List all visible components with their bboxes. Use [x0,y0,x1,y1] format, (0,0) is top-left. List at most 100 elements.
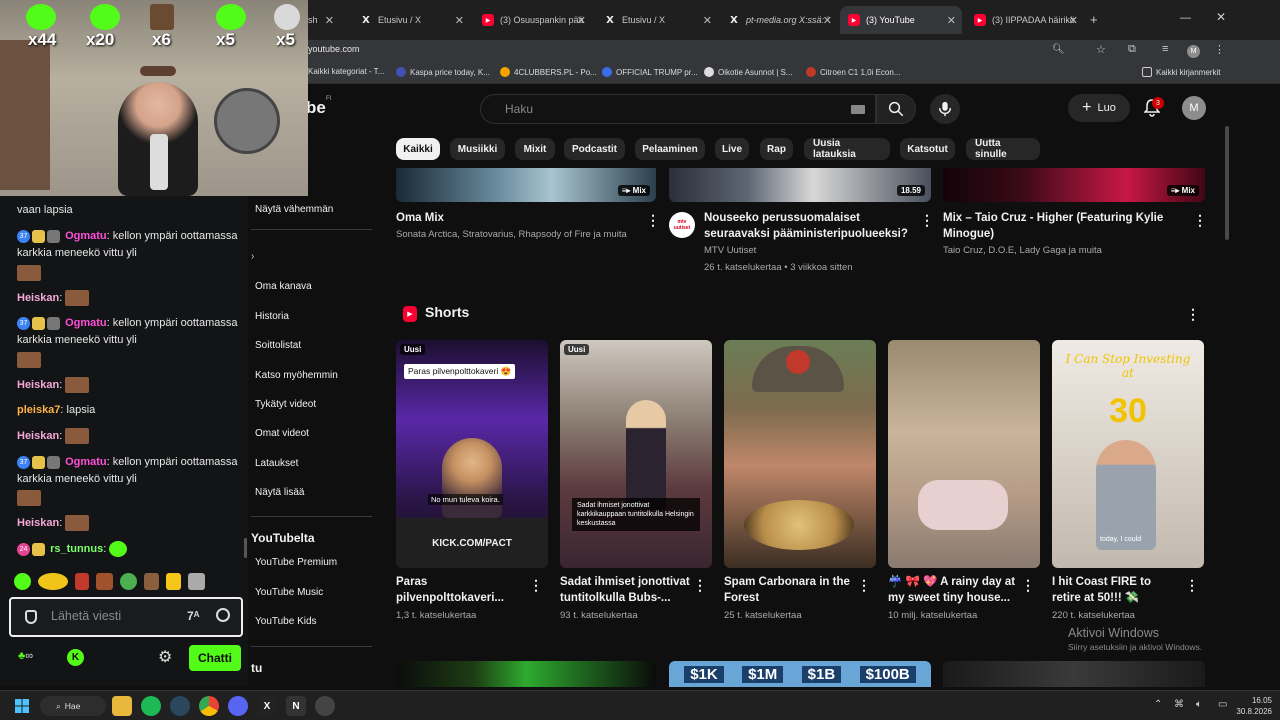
chat-username[interactable]: Heiskan [17,379,59,391]
close-window-icon[interactable]: ✕ [1216,10,1226,24]
chat-username[interactable]: rs_tunnus [50,543,103,555]
youtube-logo-partial[interactable]: be [306,98,326,118]
chat-send-button[interactable]: Chatti [189,645,241,671]
emote-button[interactable] [75,573,89,590]
tab-5[interactable]: ▶ (3) IIPPADAA häirikö ✕ [966,6,1084,34]
close-icon[interactable]: ✕ [577,14,586,27]
chip-uutta-sinulle[interactable]: Uutta sinulle [966,138,1040,160]
profile-icon[interactable]: M [1187,45,1200,58]
short-thumbnail[interactable]: Uusi Sadat ihmiset jonottivat karkkikaup… [560,340,712,568]
sidebar-item-premium[interactable]: YouTube Premium [255,557,337,568]
chip-live[interactable]: Live [715,138,749,160]
chrome-icon[interactable] [199,696,219,716]
more-vert-icon[interactable]: ⋮ [1021,577,1035,594]
create-button[interactable]: + Luo [1068,94,1130,122]
chip-rap[interactable]: Rap [760,138,793,160]
windows-start-icon[interactable] [12,696,32,716]
bookmark-5[interactable]: Citroen C1 1,0i Econ... [806,67,900,77]
short-title[interactable]: Spam Carbonara in the Forest [724,574,852,606]
close-icon[interactable]: ✕ [703,14,712,27]
chip-mixit[interactable]: Mixit [515,138,555,160]
extensions-icon[interactable]: ⧉ [1128,43,1136,56]
kick-logo-icon[interactable]: K [67,649,84,666]
more-vert-icon[interactable]: ⋮ [1186,306,1200,323]
search-button[interactable] [876,94,916,124]
chat-username[interactable]: Ogmatu [65,230,107,242]
file-explorer-icon[interactable] [112,696,132,716]
close-icon[interactable]: ✕ [947,14,956,27]
sidebar-item-soittolistat[interactable]: Soittolistat [255,340,301,351]
video-thumbnail[interactable]: 18.59 [669,168,931,202]
video-thumbnail[interactable]: ≡▸ Mix [396,168,656,202]
taskbar-clock[interactable]: 16.05 30.8.2026 [1232,695,1272,717]
more-vert-icon[interactable]: ⋮ [693,577,707,594]
settings-gear-icon[interactable]: ⚙ [158,647,172,667]
chat-username[interactable]: Heiskan [17,517,59,529]
battery-icon[interactable]: ▭ [1218,699,1227,710]
kick-points-icon[interactable]: ♣∞ [18,650,33,662]
sidebar-item-nayta-lisaa[interactable]: Näytä lisää [255,487,304,498]
tab-3[interactable]: Xpt-media.org X:ssä: ' ✕ [720,6,838,34]
chat-username[interactable]: Ogmatu [65,456,107,468]
voice-search-button[interactable] [930,94,960,124]
short-title[interactable]: ☔ 🎀 💖 A rainy day at my sweet tiny house… [888,574,1018,606]
short-title[interactable]: Paras pilvenpolttokaveri... [396,574,524,606]
chat-username[interactable]: Ogmatu [65,317,107,329]
keyboard-icon[interactable] [851,105,865,114]
sidebar-item-kids[interactable]: YouTube Kids [255,616,317,627]
search-input[interactable]: Haku [480,94,876,124]
steam-icon[interactable] [170,696,190,716]
more-vert-icon[interactable]: ⋮ [920,212,934,229]
obs-icon[interactable] [315,696,335,716]
all-bookmarks[interactable]: Kaikki kirjanmerkit [1142,67,1220,77]
chip-katsotut[interactable]: Katsotut [900,138,955,160]
network-icon[interactable]: ⌘ [1174,699,1184,710]
bookmark-1[interactable]: Kaspa price today, K... [396,67,490,77]
bookmark-2[interactable]: 4CLUBBERS.PL - Po... [500,67,597,77]
emoji-icon[interactable] [216,608,230,622]
tab-0[interactable]: X Etusivu / X ✕ [352,6,470,34]
close-icon[interactable]: ✕ [1069,14,1078,27]
short-title[interactable]: I hit Coast FIRE to retire at 50!!! 💸 [1052,574,1182,606]
sidebar-item-lataukset[interactable]: Lataukset [255,458,298,469]
tab-2[interactable]: X Etusivu / X ✕ [596,6,718,34]
emote-button[interactable] [144,573,159,590]
video-channel[interactable]: MTV Uutiset [704,243,756,259]
taskbar-search[interactable]: ⌕ Hae [40,696,106,716]
short-title[interactable]: Sadat ihmiset jonottivat tuntitolkulla B… [560,574,690,606]
tray-chevron-icon[interactable]: ⌃ [1154,699,1162,710]
more-vert-icon[interactable]: ⋮ [1185,577,1199,594]
bookmark-3[interactable]: OFFICIAL TRUMP pr... [602,67,698,77]
video-thumbnail[interactable]: $1K $1M $1B $100B [669,661,931,687]
video-title[interactable]: Nouseeko perussuomalaiset seuraavaksi pä… [704,210,914,242]
bookmark-0[interactable]: Kaikki kategoriat - T... [308,67,384,76]
short-thumbnail[interactable]: I Can Stop Investing at 30 today, I coul… [1052,340,1204,568]
chip-podcastit[interactable]: Podcastit [564,138,625,160]
translate-icon[interactable]: 7ᴬ [187,609,200,623]
url-text[interactable]: youtube.com [308,44,360,54]
video-title[interactable]: Mix – Taio Cruz - Higher (Featuring Kyli… [943,210,1183,242]
more-vert-icon[interactable]: ⋮ [529,577,543,594]
sidebar-show-less[interactable]: Näytä vähemmän [255,204,333,215]
more-vert-icon[interactable]: ⋮ [1193,212,1207,229]
discord-icon[interactable] [228,696,248,716]
short-thumbnail[interactable]: Uusi Paras pilvenpolttokaveri 😍 No mun t… [396,340,548,568]
more-vert-icon[interactable]: ⋮ [857,577,871,594]
bookmark-4[interactable]: Oikotie Asunnot | S... [704,67,793,77]
tab-1[interactable]: ▶ (3) Osuuspankin pää ✕ [474,6,592,34]
page-scrollbar[interactable] [1225,126,1229,240]
emote-button[interactable] [96,573,113,590]
spotify-icon[interactable] [141,696,161,716]
emote-button[interactable] [14,573,31,590]
chat-username[interactable]: pleiska7 [17,404,60,416]
sidebar-item-music[interactable]: YouTube Music [255,587,323,598]
chevron-right-icon[interactable]: › [251,251,254,262]
video-title[interactable]: Oma Mix [396,210,636,226]
app-icon[interactable]: X [257,696,277,716]
video-thumbnail[interactable]: ≡▸ Mix [943,168,1205,202]
sidebar-item-historia[interactable]: Historia [255,311,289,322]
sidebar-item-katso-myohemmin[interactable]: Katso myöhemmin [255,370,338,381]
more-vert-icon[interactable]: ⋮ [646,212,660,229]
emote-button[interactable] [166,573,181,590]
volume-icon[interactable]: 🔈︎ [1196,699,1202,710]
